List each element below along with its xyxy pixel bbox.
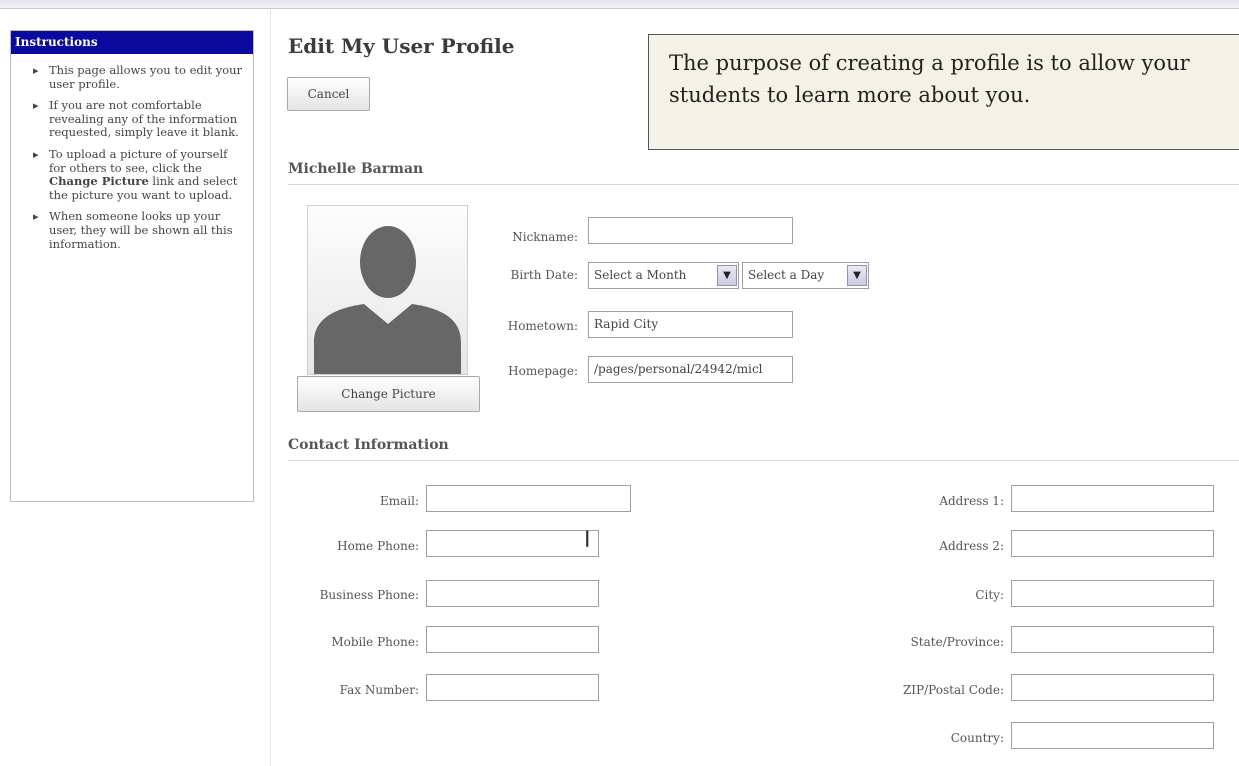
instructions-panel: Instructions ▸ This page allows you to ed… [10, 30, 254, 502]
home-phone-field[interactable] [426, 530, 599, 557]
email-label: Email: [379, 494, 419, 508]
bullet-icon: ▸ [33, 64, 39, 77]
mobile-phone-field[interactable] [426, 626, 599, 653]
person-silhouette-icon [314, 226, 461, 374]
column-divider [270, 10, 271, 766]
zip-postal-code-label: ZIP/Postal Code: [902, 683, 1004, 697]
nickname-input[interactable] [588, 217, 793, 244]
chevron-down-icon[interactable]: ▼ [717, 265, 737, 286]
mobile-phone-label: Mobile Phone: [331, 635, 419, 649]
birth-day-select[interactable]: Select a Day ▼ [742, 262, 869, 289]
top-border [0, 0, 1239, 9]
profile-name-heading: Michelle Barman [288, 161, 424, 177]
address1-label: Address 1: [939, 494, 1004, 508]
city-field[interactable] [1011, 580, 1214, 607]
profile-picture [307, 205, 468, 375]
address1-field[interactable] [1011, 485, 1214, 512]
address2-label: Address 2: [939, 539, 1004, 553]
section-divider [288, 460, 1239, 461]
bullet-icon: ▸ [33, 99, 39, 113]
bullet-icon: ▸ [33, 147, 39, 161]
contact-heading: Contact Information [288, 437, 449, 453]
hometown-label: Hometown: [507, 319, 578, 333]
homepage-input[interactable]: /pages/personal/24942/micl [588, 356, 793, 383]
birth-month-select[interactable]: Select a Month ▼ [588, 262, 739, 289]
city-label: City: [975, 588, 1004, 602]
birth-month-value: Select a Month [594, 268, 687, 282]
state-province-field[interactable] [1011, 626, 1214, 653]
callout-note: The purpose of creating a profile is to … [648, 34, 1239, 150]
instruction-item: ▸ To upload a picture of yourself for oth… [33, 146, 238, 202]
bullet-icon: ▸ [33, 210, 39, 224]
chevron-down-icon[interactable]: ▼ [847, 265, 867, 286]
email-field[interactable] [426, 485, 631, 512]
page-title: Edit My User Profile [288, 34, 515, 58]
instruction-item: ▸ When someone looks up your user, they w… [33, 209, 233, 251]
birth-date-label: Birth Date: [510, 268, 579, 282]
change-picture-button[interactable]: Change Picture [297, 376, 480, 412]
cancel-button[interactable]: Cancel [287, 77, 370, 111]
nickname-label: Nickname: [512, 230, 578, 244]
fax-number-label: Fax Number: [339, 683, 419, 697]
text-cursor-icon: Ι [584, 528, 591, 553]
address2-field[interactable] [1011, 530, 1214, 557]
business-phone-label: Business Phone: [319, 588, 419, 602]
home-phone-label: Home Phone: [337, 539, 419, 553]
zip-postal-code-field[interactable] [1011, 674, 1214, 701]
section-divider [288, 184, 1239, 185]
country-label: Country: [950, 731, 1004, 745]
state-province-label: State/Province: [910, 635, 1004, 649]
country-field[interactable] [1011, 722, 1214, 749]
hometown-input[interactable]: Rapid City [588, 311, 793, 338]
birth-day-value: Select a Day [748, 268, 825, 282]
homepage-label: Homepage: [508, 364, 578, 378]
fax-number-field[interactable] [426, 674, 599, 701]
instruction-item: ▸ This page allows you to edit your user … [33, 63, 243, 91]
change-picture-emphasis: Change Picture [49, 174, 149, 189]
instructions-title: Instructions [11, 31, 253, 54]
instructions-list: ▸ This page allows you to edit your user … [11, 63, 253, 251]
business-phone-field[interactable] [426, 580, 599, 607]
instruction-item: ▸ If you are not comfortable revealing an… [33, 98, 239, 140]
